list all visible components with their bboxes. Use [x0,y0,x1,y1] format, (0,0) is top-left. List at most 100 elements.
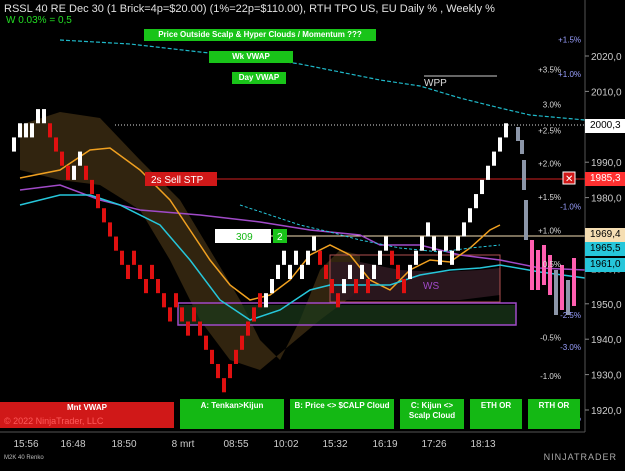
percent-level-label: +1.0% [558,70,581,79]
down-brick [126,264,130,280]
price-tag: 1969,4 [585,228,625,243]
up-brick [438,250,442,265]
x-tick-label: 8 mrt [172,439,195,450]
gray-brick [520,140,524,154]
up-brick [312,236,316,251]
eth-or-button[interactable]: ETH OR [470,399,522,429]
up-brick [300,264,304,280]
down-brick [324,264,328,280]
up-brick [432,236,436,251]
pink-brick [536,250,540,290]
gray-brick [524,200,528,240]
wk-vwap-label: Wk VWAP [209,51,293,63]
y-tick-label: 2010,0 [591,87,622,98]
ws-label: WS [423,281,439,292]
day-vwap-label: Day VWAP [232,72,286,84]
down-brick [102,208,106,223]
up-brick [492,151,496,166]
x-tick-label: 15:32 [322,439,347,450]
percent-level-label: +1.5% [558,36,581,45]
down-brick [330,279,334,294]
up-brick [30,123,34,138]
up-brick [426,222,430,237]
x-tick-label: 16:19 [372,439,397,450]
down-brick [390,250,394,265]
up-brick [462,222,466,237]
lower-green-zone [178,305,516,325]
renko-chart-svg[interactable]: 2020,02010,02000,01990,01980,01970,01960… [0,0,625,466]
down-brick [234,349,238,364]
day-vwap-dotted [59,39,586,121]
up-brick [276,264,280,280]
copyright-text: © 2022 NinjaTrader, LLC [4,416,104,426]
y-tick-label: 2020,0 [591,52,622,63]
order-qty[interactable]: 309 [236,232,253,243]
gray-brick [522,160,526,190]
y-tick-label: 1940,0 [591,335,622,346]
down-brick [174,293,178,308]
gray-brick [566,280,570,315]
right-side-bricks [516,127,576,315]
up-brick [348,264,352,280]
kijun-scalp-cloud-button[interactable]: C: Kijun <> Scalp Cloud [400,399,464,429]
up-brick [414,250,418,265]
up-brick [384,236,388,251]
down-brick [216,363,220,379]
down-brick [162,293,166,308]
up-brick [486,165,490,180]
rth-or-button[interactable]: RTH OR [528,399,580,429]
instrument-footer: M2K 40 Renko [4,455,44,461]
chart-area[interactable]: 2020,02010,02000,01990,01980,01970,01960… [0,0,625,466]
up-brick [360,264,364,280]
gray-brick [554,270,558,315]
up-brick [282,250,286,265]
percent-level-label: +2.0% [538,160,561,169]
y-tick-label: 1950,0 [591,300,622,311]
up-brick [420,236,424,251]
tenkan-kijun-button[interactable]: A: Tenkan>Kijun [180,399,284,429]
order-badge[interactable]: 2 [277,232,283,243]
down-brick [180,307,184,322]
y-tick-label: 1980,0 [591,194,622,205]
up-brick [444,236,448,251]
down-brick [48,123,52,138]
down-brick [396,264,400,280]
x-tick-label: 16:48 [60,439,85,450]
up-brick [36,109,40,124]
up-brick [264,293,268,308]
close-icon[interactable]: ✕ [565,174,573,185]
down-brick [168,307,172,322]
x-tick-label: 15:56 [13,439,38,450]
chart-title: RSSL 40 RE Dec 30 (1 Brick=4p=$20.00) (1… [4,3,495,15]
percent-level-label: -3.0% [560,343,581,352]
pink-brick [560,265,564,310]
up-brick [12,137,16,152]
down-brick [132,250,136,265]
down-brick [228,363,232,379]
percent-level-label: 0.5% [543,260,561,269]
x-tick-label: 08:55 [223,439,248,450]
price-scalp-cloud-button[interactable]: B: Price <> $CALP Cloud [290,399,394,429]
down-brick [96,194,100,209]
up-brick [468,208,472,223]
price-tag: 1961,0 [585,257,625,272]
down-brick [144,279,148,294]
up-brick [408,264,412,280]
down-brick [186,321,190,336]
y-tick-label: 1930,0 [591,371,622,382]
down-brick [90,179,94,195]
x-tick-label: 18:50 [111,439,136,450]
up-brick [504,123,508,138]
percent-level-label: 3.0% [543,100,561,109]
percent-level-label: +1.5% [538,193,561,202]
percent-level-label: -1.0% [560,202,581,211]
up-brick [372,264,376,280]
price-outside-label: Price Outside Scalp & Hyper Clouds / Mom… [144,29,376,41]
down-brick [246,321,250,336]
sell-stop-tag[interactable]: 2s Sell STP [151,175,204,186]
price-tag: 1965,5 [585,241,625,256]
pink-brick [572,258,576,306]
cyan-dotted [239,204,501,253]
gray-brick [516,127,520,141]
down-brick [150,264,154,280]
